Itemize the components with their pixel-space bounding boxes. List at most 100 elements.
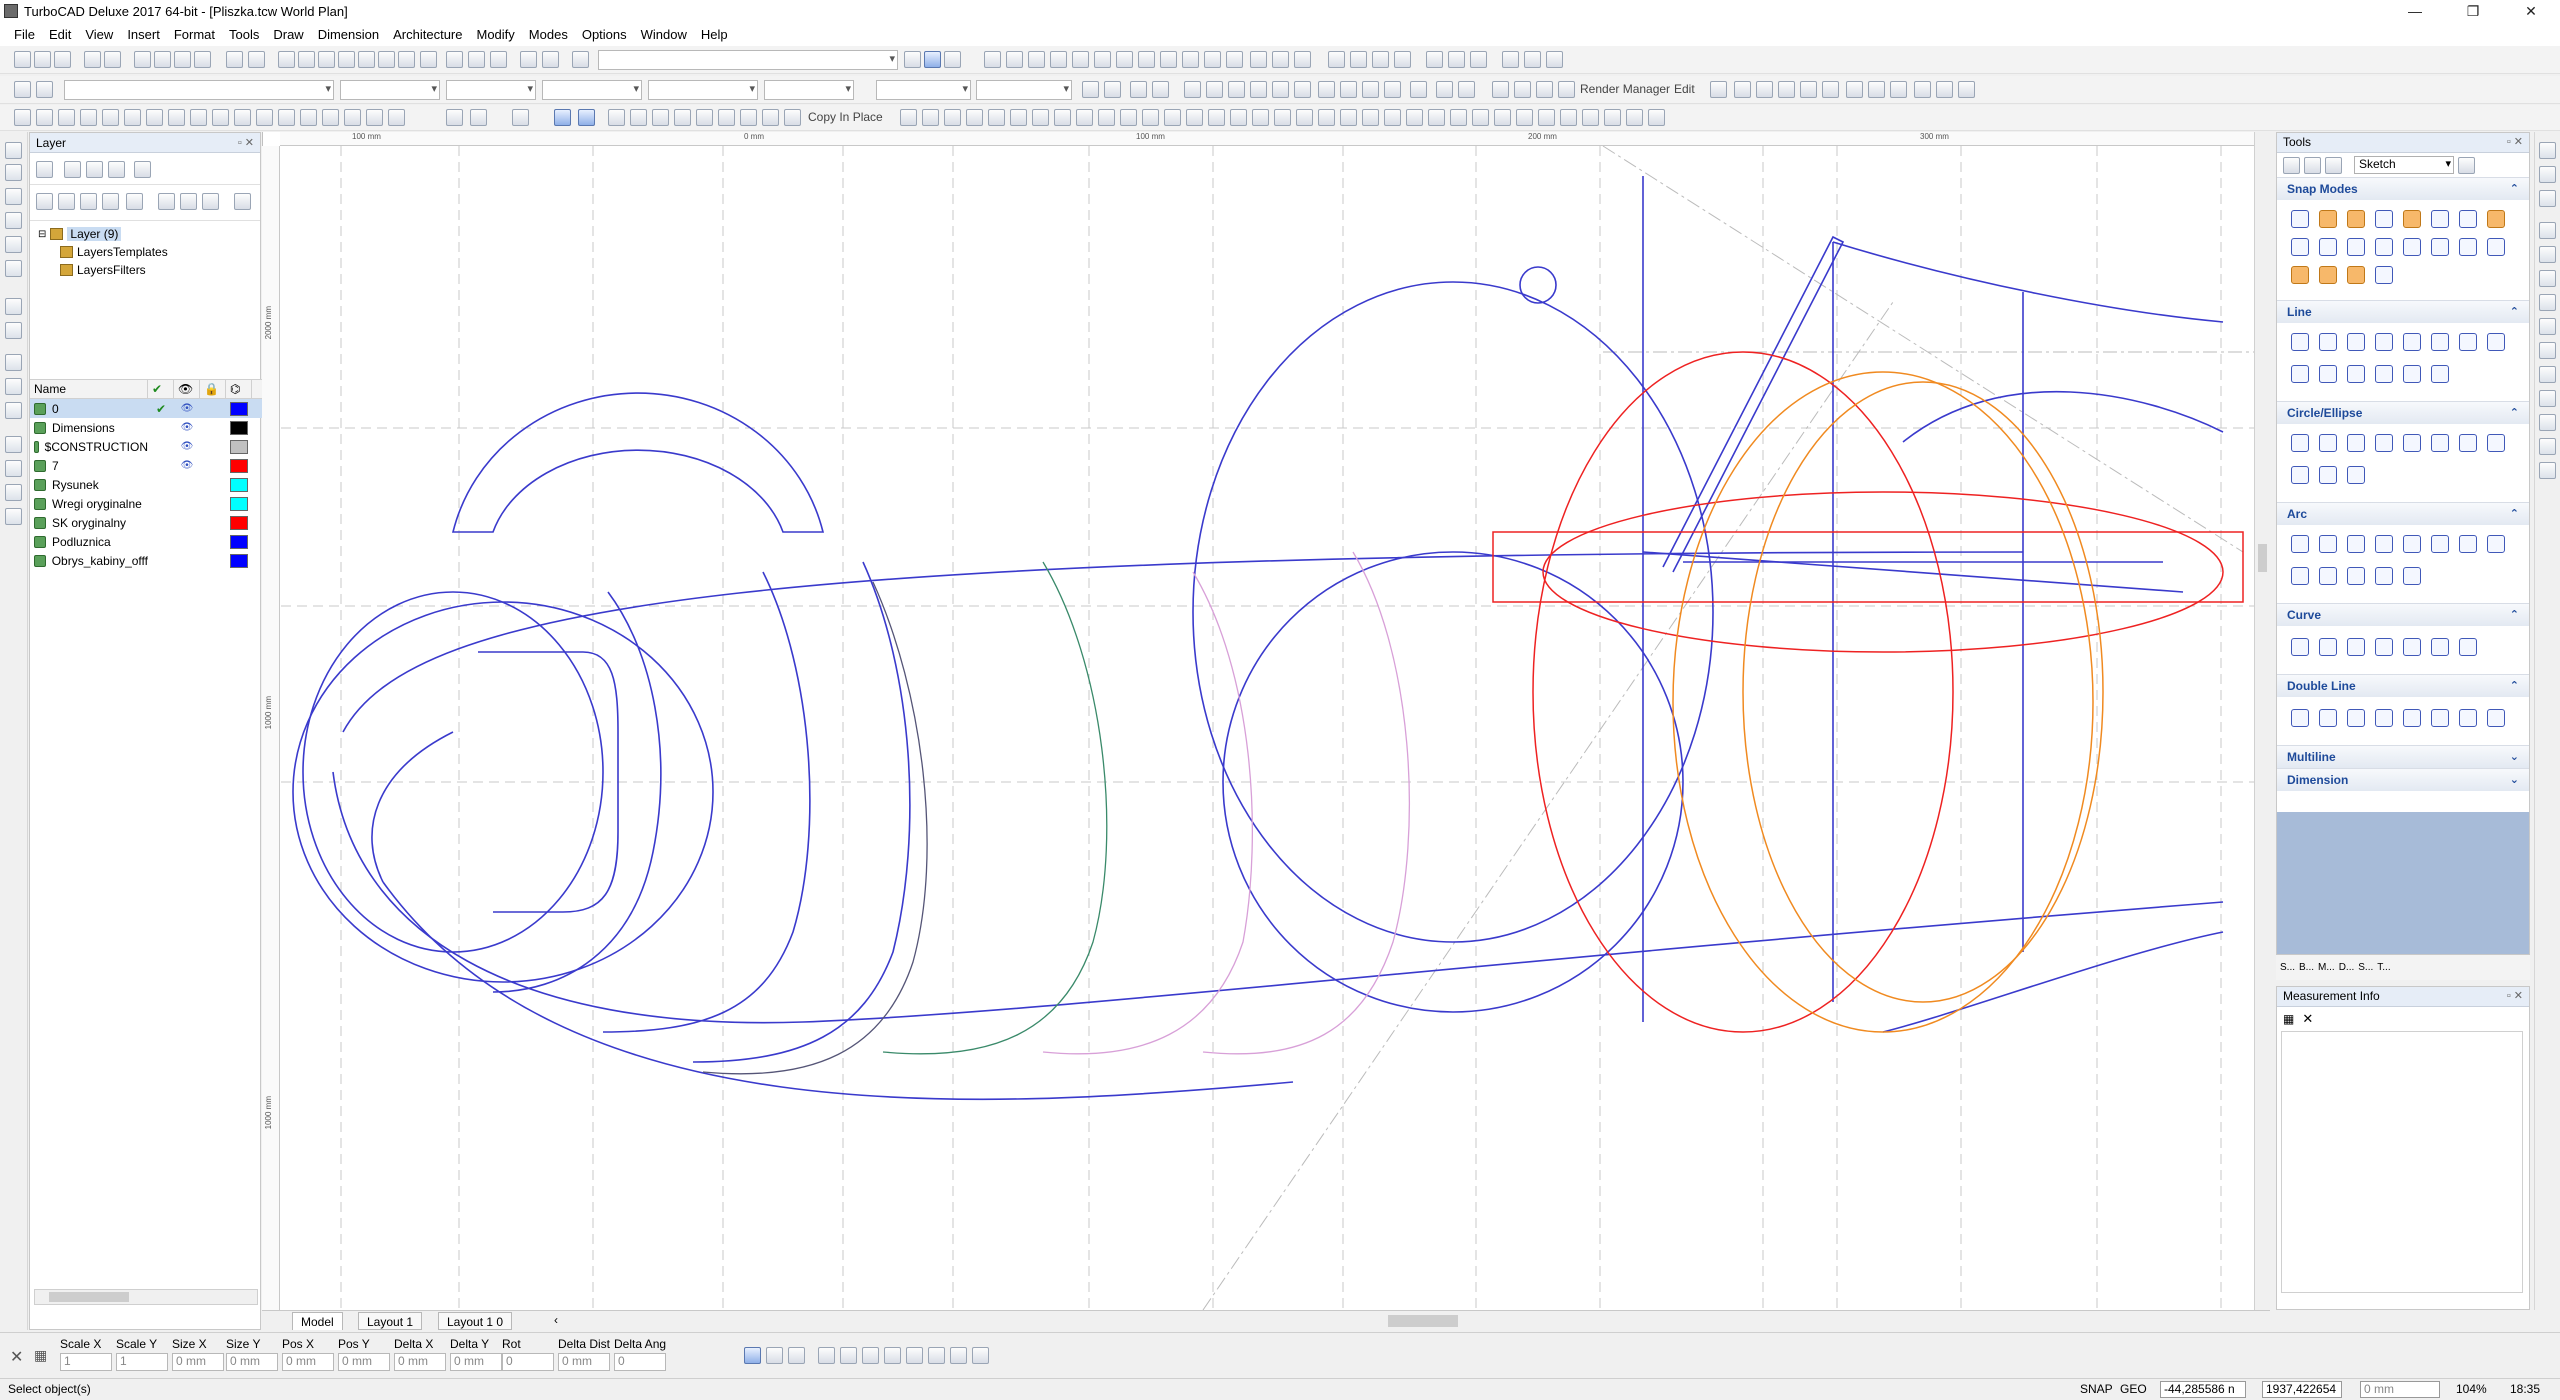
menu-modify[interactable]: Modify [477,27,515,42]
mod-16-icon[interactable] [344,109,361,126]
arc-conc-icon[interactable] [2431,535,2449,553]
snap-line-1-icon[interactable] [984,51,1001,68]
line-bisect-icon[interactable] [2347,365,2365,383]
line-single-icon[interactable] [2291,333,2309,351]
line-tool-icon[interactable] [5,188,22,205]
menu-help[interactable]: Help [701,27,728,42]
color-swatch[interactable] [230,458,248,473]
mod-7-icon[interactable] [146,109,163,126]
arc-ttr-icon[interactable] [2459,535,2477,553]
dline-angle-icon[interactable] [2487,709,2505,727]
mod-31-icon[interactable] [762,109,779,126]
mode-select[interactable]: Sketch [2354,156,2454,174]
collapse-icon[interactable]: ⌃ [2510,608,2519,622]
mod-36-icon[interactable] [966,109,983,126]
dline-poly-icon[interactable] [2403,709,2421,727]
line-tangent-icon[interactable] [2291,365,2309,383]
mod-47-icon[interactable] [1208,109,1225,126]
snap-angle-icon[interactable] [2347,266,2365,284]
grid-1-icon[interactable] [1502,51,1519,68]
palette-tab[interactable]: M... [2318,962,2335,973]
dline-rect-icon[interactable] [2375,709,2393,727]
view-icon[interactable] [398,51,415,68]
mod-17-icon[interactable] [366,109,383,126]
tab-model[interactable]: Model [292,1312,343,1330]
attach-1-icon[interactable] [1426,51,1443,68]
view-iso-4-icon[interactable] [1384,81,1401,98]
field-input[interactable]: 0 mm [282,1353,334,1371]
layer-visibility-cell[interactable]: 👁 [174,422,200,433]
circle-center-icon[interactable] [2291,434,2309,452]
layer-icon[interactable] [36,81,53,98]
col-color[interactable]: ⌬ [226,380,252,398]
edit-4-icon[interactable] [1778,81,1795,98]
layer-hscroll[interactable] [34,1289,258,1305]
color-swatch[interactable] [230,439,248,454]
print-icon[interactable] [84,51,101,68]
snap-center-icon[interactable] [2347,210,2365,228]
layer-hide-icon[interactable] [202,193,219,210]
snap-nearest-icon[interactable] [1204,51,1221,68]
section-header[interactable]: Line ⌃ [2277,301,2529,323]
snap-tangent-icon[interactable] [1138,51,1155,68]
circle-2pt-icon[interactable] [2319,434,2337,452]
mod-45-icon[interactable] [1164,109,1181,126]
layer-visibility-cell[interactable]: 👁 [174,460,200,471]
section-header[interactable]: Multiline ⌄ [2277,746,2529,768]
expand-icon[interactable]: ⌄ [2510,750,2519,764]
curve-freehand-icon[interactable] [2347,638,2365,656]
mod-18-icon[interactable] [388,109,405,126]
lineweight-combo[interactable] [542,80,642,100]
layer-row[interactable]: Podluznica [30,532,262,551]
pen-color-icon[interactable] [924,51,941,68]
line-triangle-icon[interactable] [2375,333,2393,351]
right-tool-8-icon[interactable] [2539,318,2556,335]
snap-draw-icon[interactable] [2347,238,2365,256]
save-icon[interactable] [54,51,71,68]
part-tool-icon[interactable] [5,402,22,419]
section-header[interactable]: Dimension ⌄ [2277,769,2529,791]
menu-architecture[interactable]: Architecture [393,27,462,42]
layer-color-cell[interactable] [226,420,252,435]
pointer-icon[interactable] [2283,156,2300,174]
mod-43-icon[interactable] [1120,109,1137,126]
mod-54-icon[interactable] [1362,109,1379,126]
grid-icon[interactable]: ▦ [2283,1012,2294,1026]
circle-tan3-icon[interactable] [2431,434,2449,452]
layer-filter-icon[interactable] [86,161,103,178]
render-manager-icon[interactable] [1558,81,1575,98]
pan-icon[interactable] [378,51,395,68]
mod-41-icon[interactable] [1076,109,1093,126]
mod-56-icon[interactable] [1406,109,1423,126]
eye-icon[interactable] [1104,81,1121,98]
node-edit-icon[interactable] [5,164,22,181]
print-preview-icon[interactable] [104,51,121,68]
mod-49-icon[interactable] [1252,109,1269,126]
circle-ttr-icon[interactable] [2487,434,2505,452]
mod-63-icon[interactable] [1560,109,1577,126]
mod-46-icon[interactable] [1186,109,1203,126]
view-plane-icon[interactable] [1152,81,1169,98]
inspector-grid-icon[interactable]: ▦ [34,1347,47,1364]
insp-tool-3-icon[interactable] [788,1347,805,1364]
mod-42-icon[interactable] [1098,109,1115,126]
tab-layout-1[interactable]: Layout 1 [358,1312,423,1330]
layer-copy-icon[interactable] [180,193,197,210]
mod-65-icon[interactable] [1604,109,1621,126]
snap-indicator[interactable]: SNAP [2080,1382,2113,1396]
edit-10-icon[interactable] [1914,81,1931,98]
zoom-all-icon[interactable] [358,51,375,68]
line-arrow-icon[interactable] [2431,365,2449,383]
restore-button[interactable]: ❐ [2444,0,2502,22]
circle-conc-icon[interactable] [2459,434,2477,452]
open-file-icon[interactable] [34,51,51,68]
canvas-vscroll[interactable] [2254,132,2270,1310]
mod-22-icon[interactable] [554,109,571,126]
mod-62-icon[interactable] [1538,109,1555,126]
snap-align-icon[interactable] [2403,238,2421,256]
snap-nearest-icon[interactable] [2431,210,2449,228]
mod-29-icon[interactable] [718,109,735,126]
menu-view[interactable]: View [85,27,113,42]
mod-26-icon[interactable] [652,109,669,126]
layer-color-cell[interactable] [226,496,252,511]
